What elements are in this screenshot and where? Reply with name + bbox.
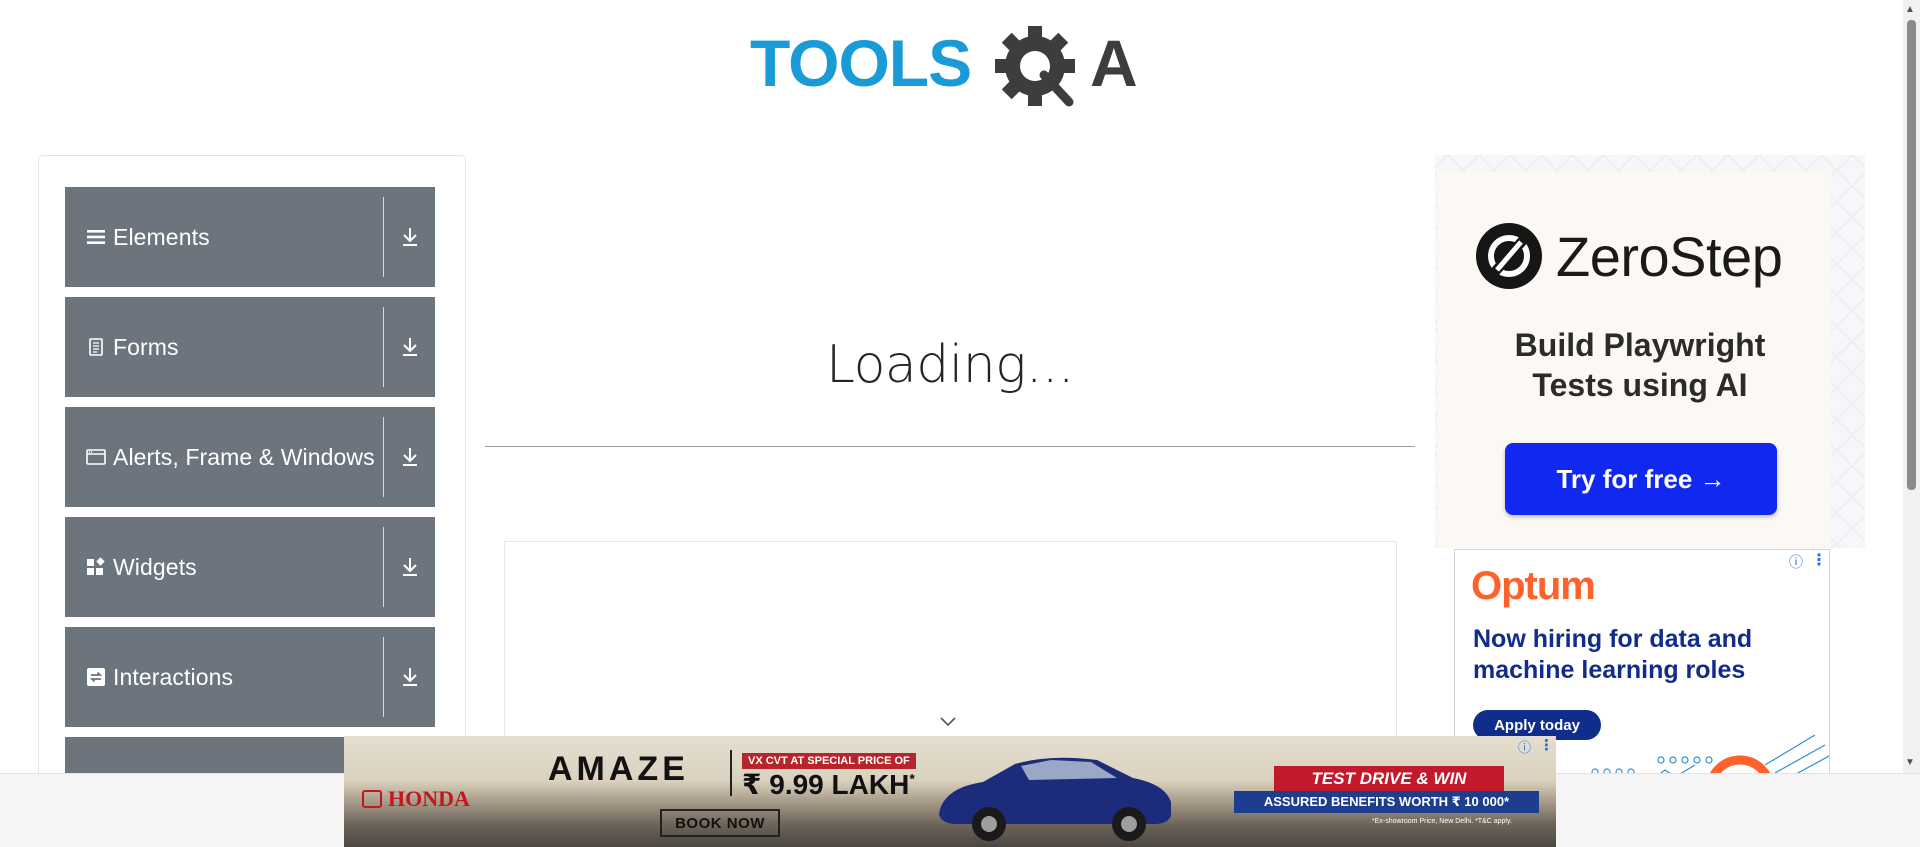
toolsqa-logo[interactable]: TOOLS A [750, 18, 1160, 114]
group-widgets[interactable]: Widgets [65, 517, 435, 617]
svg-text:TOOLS: TOOLS [750, 26, 971, 100]
test-drive-banner: TEST DRIVE & WIN [1274, 766, 1504, 791]
download-arrow-icon [403, 558, 417, 576]
content-divider [485, 446, 1415, 447]
group-alerts-frame-windows[interactable]: Alerts, Frame & Windows [65, 407, 435, 507]
divider [383, 527, 384, 607]
divider [383, 417, 384, 497]
divider [383, 637, 384, 717]
svg-text:A: A [1090, 26, 1138, 100]
hamburger-icon [85, 226, 107, 248]
group-title: Alerts, Frame & Windows [113, 443, 375, 470]
price: ₹ 9.99 LAKH* [742, 768, 915, 801]
expand-toggle[interactable] [385, 517, 435, 617]
widgets-icon [85, 556, 107, 578]
tagline-line1: Build Playwright [1514, 327, 1766, 363]
divider [383, 307, 384, 387]
download-arrow-icon [403, 448, 417, 466]
offer-tag: VX CVT AT SPECIAL PRICE OF [742, 753, 916, 769]
optum-logo: Optum [1471, 564, 1596, 608]
ad-honda-amaze[interactable]: HONDA AMAZE VX CVT AT SPECIAL PRICE OF ₹… [344, 736, 1556, 847]
scrollbar-thumb[interactable] [1907, 20, 1916, 490]
price-footnote: * [909, 770, 915, 787]
scroll-up-arrow-icon[interactable]: ▲ [1905, 4, 1915, 15]
chevron-down-icon[interactable] [938, 715, 958, 729]
tagline-line2: Tests using AI [1532, 367, 1748, 403]
honda-brand: HONDA [388, 786, 470, 811]
expand-toggle[interactable] [385, 627, 435, 727]
book-now-button[interactable]: BOOK NOW [660, 809, 780, 837]
optum-headline: Now hiring for data and machine learning… [1473, 625, 1753, 684]
group-forms[interactable]: Forms [65, 297, 435, 397]
benefits-banner: ASSURED BENEFITS WORTH ₹ 10 000* [1234, 791, 1539, 813]
download-arrow-icon [403, 228, 417, 246]
window-icon [85, 446, 107, 468]
ad-info-icon[interactable]: ⓘ [1518, 737, 1531, 756]
ad-more-icon[interactable]: ⋮ [1539, 736, 1554, 754]
sidebar-panel: Elements Forms Alerts, Frame & Windows W… [38, 155, 466, 795]
honda-logo: HONDA [362, 786, 470, 812]
price-value: ₹ 9.99 LAKH [742, 769, 910, 800]
ad-disclaimer: *Ex-showroom Price, New Delhi. *T&C appl… [1372, 818, 1512, 825]
download-arrow-icon [403, 668, 417, 686]
group-interactions[interactable]: Interactions [65, 627, 435, 727]
expand-toggle[interactable] [385, 187, 435, 287]
scroll-down-arrow-icon[interactable]: ▼ [1905, 757, 1915, 768]
zerostep-logo-icon [1476, 223, 1542, 289]
group-title: Forms [113, 333, 179, 360]
group-elements[interactable]: Elements [65, 187, 435, 287]
download-arrow-icon [403, 338, 417, 356]
model-name: AMAZE [548, 750, 689, 788]
expand-toggle[interactable] [385, 297, 435, 397]
expand-toggle[interactable] [385, 407, 435, 507]
zerostep-tagline: Build Playwright Tests using AI [1438, 325, 1842, 405]
interactions-icon [85, 666, 107, 688]
divider [383, 197, 384, 277]
zerostep-brand: ZeroStep [1556, 225, 1783, 288]
group-title: Widgets [113, 553, 197, 580]
document-icon [85, 336, 107, 358]
group-title: Interactions [113, 663, 234, 690]
divider [730, 750, 732, 796]
ad-info-icon[interactable]: ⓘ [1789, 552, 1803, 572]
ad-more-icon[interactable]: ⋮ [1811, 550, 1827, 570]
loading-text: Loading... [826, 335, 1074, 395]
honda-wing-icon [362, 790, 382, 808]
group-title: Elements [113, 223, 210, 250]
try-for-free-button[interactable]: Try for free → [1505, 443, 1777, 515]
car-image [939, 757, 1171, 841]
